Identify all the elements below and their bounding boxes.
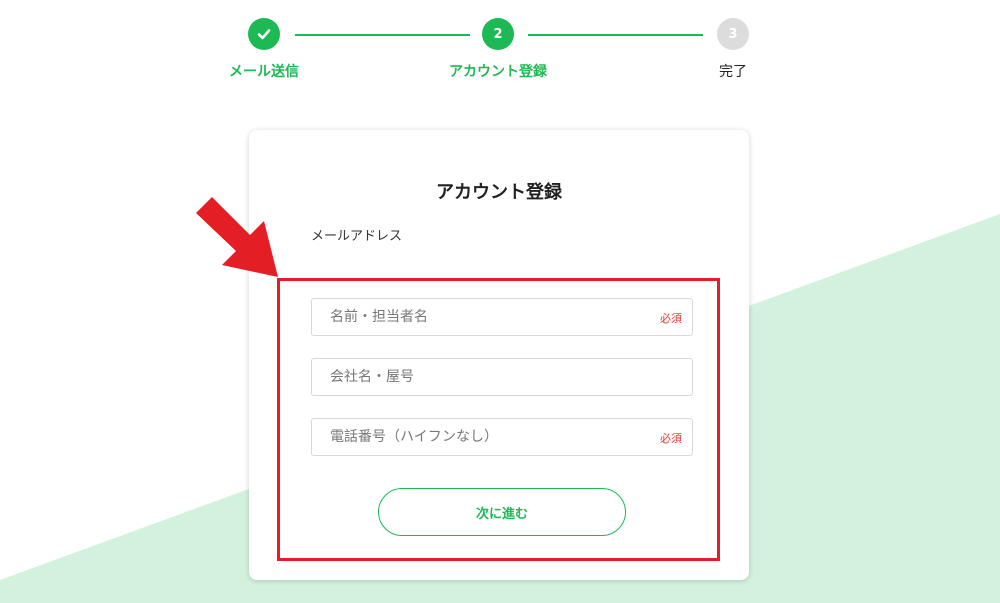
step-1-label: メール送信 — [229, 64, 299, 80]
step-1-circle — [248, 18, 280, 50]
page-title: アカウント登録 — [436, 182, 562, 203]
step-2-number: 2 — [493, 26, 503, 42]
step-connector-2 — [528, 34, 703, 36]
name-field: 必須 — [311, 298, 693, 336]
step-2-label: アカウント登録 — [449, 64, 547, 80]
phone-input[interactable] — [312, 419, 692, 455]
step-3-label: 完了 — [719, 64, 747, 80]
arrow-down-right-icon — [196, 197, 278, 277]
check-icon — [257, 29, 271, 40]
name-required-badge: 必須 — [660, 312, 682, 325]
phone-required-badge: 必須 — [660, 432, 682, 445]
company-field — [311, 358, 693, 396]
progress-stepper: 2 3 メール送信 アカウント登録 完了 — [0, 0, 1000, 90]
step-3-circle: 3 — [717, 18, 749, 50]
step-2-circle: 2 — [482, 18, 514, 50]
company-input[interactable] — [312, 359, 692, 395]
email-label: メールアドレス — [311, 229, 403, 244]
step-3-number: 3 — [728, 26, 738, 42]
step-connector-1 — [295, 34, 470, 36]
name-input[interactable] — [312, 299, 692, 335]
phone-field: 必須 — [311, 418, 693, 456]
next-button[interactable]: 次に進む — [378, 488, 626, 536]
account-registration-card: アカウント登録 メールアドレス 必須 必須 次に進む — [249, 130, 749, 580]
